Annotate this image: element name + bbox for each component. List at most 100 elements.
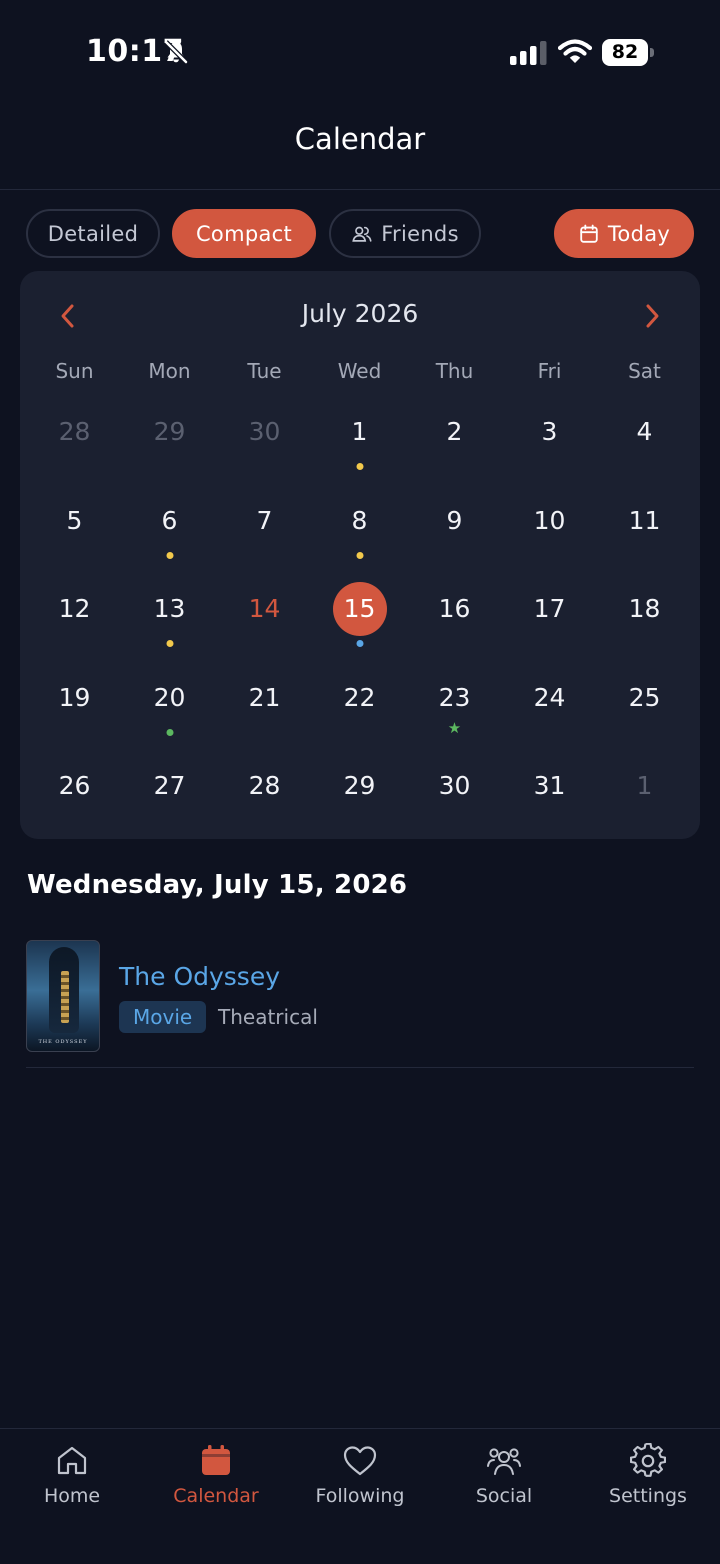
calendar-day[interactable]: 22	[312, 657, 407, 746]
calendar-week: 19 20 21 22 23 ★ 24 25	[27, 657, 692, 746]
day-number: 11	[628, 505, 661, 535]
day-number: 5	[66, 505, 83, 535]
weekday-label: Fri	[537, 359, 562, 383]
calendar-day[interactable]: 13	[122, 568, 217, 657]
heart-icon	[343, 1446, 377, 1476]
calendar-day[interactable]: 19	[27, 657, 122, 746]
day-number: 29	[153, 417, 186, 446]
day-number: 16	[438, 594, 471, 623]
calendar-day[interactable]: 20	[122, 657, 217, 746]
calendar-day[interactable]: 1	[597, 745, 692, 834]
nav-following[interactable]: Following	[288, 1429, 432, 1564]
day-number: 10	[533, 505, 566, 535]
calendar-day[interactable]: 6	[122, 480, 217, 569]
today-label: Today	[607, 221, 671, 246]
day-number: 15	[332, 582, 387, 636]
day-number: 25	[628, 682, 661, 712]
day-number: 30	[248, 417, 281, 446]
event-title-link[interactable]: The Odyssey	[119, 962, 280, 991]
event-row[interactable]: THE ODYSSEY The Odyssey Movie Theatrical	[26, 940, 694, 1068]
day-number: 13	[153, 594, 186, 623]
today-button[interactable]: Today	[554, 209, 694, 258]
calendar-day[interactable]: 27	[122, 745, 217, 834]
calendar-day[interactable]: 30	[407, 745, 502, 834]
calendar-day[interactable]: 10	[502, 480, 597, 569]
view-toggle: Detailed Compact Friends Today	[0, 209, 720, 259]
calendar-day[interactable]: 16	[407, 568, 502, 657]
calendar-day[interactable]: 9	[407, 480, 502, 569]
calendar-day[interactable]: 28	[27, 391, 122, 480]
day-number: 12	[58, 594, 91, 623]
calendar-day[interactable]: 17	[502, 568, 597, 657]
day-number: 20	[153, 682, 186, 712]
calendar-day[interactable]: 18	[597, 568, 692, 657]
release-type-label: Theatrical	[218, 1005, 318, 1029]
movie-poster[interactable]: THE ODYSSEY	[26, 940, 100, 1052]
calendar-day[interactable]: 30	[217, 391, 312, 480]
event-dot-marker	[166, 640, 173, 647]
calendar-day[interactable]: 29	[312, 745, 407, 834]
detailed-view-button[interactable]: Detailed	[26, 209, 160, 258]
weekday-label: Sat	[628, 359, 661, 383]
wifi-icon	[558, 39, 592, 63]
friends-icon	[352, 226, 372, 242]
event-dot-marker	[356, 551, 363, 559]
day-number: 24	[533, 682, 566, 712]
bottom-navigation: Home Calendar Following Social Settings	[0, 1428, 720, 1564]
calendar-day[interactable]: 23 ★	[407, 657, 502, 746]
battery-indicator: 82	[602, 39, 654, 66]
battery-tip	[650, 48, 654, 57]
calendar-card: July 2026 Sun Mon Tue Wed Thu Fri Sat 28…	[20, 271, 700, 839]
calendar-day-selected[interactable]: 15	[312, 568, 407, 657]
calendar-day[interactable]: 7	[217, 480, 312, 569]
day-number: 21	[248, 682, 281, 712]
day-number: 4	[636, 417, 653, 446]
calendar-day[interactable]: 3	[502, 391, 597, 480]
day-number: 17	[533, 594, 566, 623]
calendar-day[interactable]: 26	[27, 745, 122, 834]
calendar-day[interactable]: 12	[27, 568, 122, 657]
calendar-small-icon	[580, 224, 598, 243]
nav-calendar[interactable]: Calendar	[144, 1429, 288, 1564]
calendar-day[interactable]: 31	[502, 745, 597, 834]
day-number: 9	[446, 505, 463, 535]
compact-view-button[interactable]: Compact	[172, 209, 316, 258]
home-icon	[57, 1446, 87, 1475]
calendar-day[interactable]: 21	[217, 657, 312, 746]
day-number: 28	[248, 771, 281, 800]
friends-filter-button[interactable]: Friends	[329, 209, 481, 258]
nav-calendar-label: Calendar	[173, 1485, 259, 1507]
day-number: 31	[533, 771, 566, 800]
chevron-right-icon[interactable]	[638, 301, 666, 331]
calendar-day[interactable]: 29	[122, 391, 217, 480]
event-dot-marker	[356, 640, 363, 647]
calendar-day[interactable]: 25	[597, 657, 692, 746]
calendar-day[interactable]: 24	[502, 657, 597, 746]
day-number: 1	[636, 771, 653, 800]
calendar-day[interactable]: 5	[27, 480, 122, 569]
nav-social[interactable]: Social	[432, 1429, 576, 1564]
calendar-day[interactable]: 28	[217, 745, 312, 834]
friends-filter-label: Friends	[381, 221, 459, 246]
day-number: 29	[343, 771, 376, 800]
calendar-week: 26 27 28 29 30 31 1	[27, 745, 692, 834]
nav-social-label: Social	[475, 1485, 533, 1507]
poster-title-text: THE ODYSSEY	[38, 1039, 88, 1045]
poster-detail	[61, 971, 69, 1023]
nav-home[interactable]: Home	[0, 1429, 144, 1564]
calendar-day[interactable]: 8	[312, 480, 407, 569]
calendar-day-today[interactable]: 14	[217, 568, 312, 657]
calendar-day[interactable]: 11	[597, 480, 692, 569]
weekday-label: Wed	[337, 359, 382, 383]
nav-settings[interactable]: Settings	[576, 1429, 720, 1564]
weekday-label: Thu	[435, 359, 474, 383]
calendar-day[interactable]: 1	[312, 391, 407, 480]
day-grid: 28 29 30 1 2 3 4 5 6 7 8 9 10 11 12 13 14 15 16 17 18 19 20 21 2…	[27, 391, 692, 834]
bell-muted-icon	[164, 40, 188, 64]
weekday-header: Sun Mon Tue Wed Thu Fri Sat	[20, 359, 700, 389]
calendar-day[interactable]: 4	[597, 391, 692, 480]
calendar-day[interactable]: 2	[407, 391, 502, 480]
selected-date-heading: Wednesday, July 15, 2026	[27, 870, 408, 900]
day-number: 23	[438, 682, 471, 712]
day-number: 8	[351, 505, 368, 535]
